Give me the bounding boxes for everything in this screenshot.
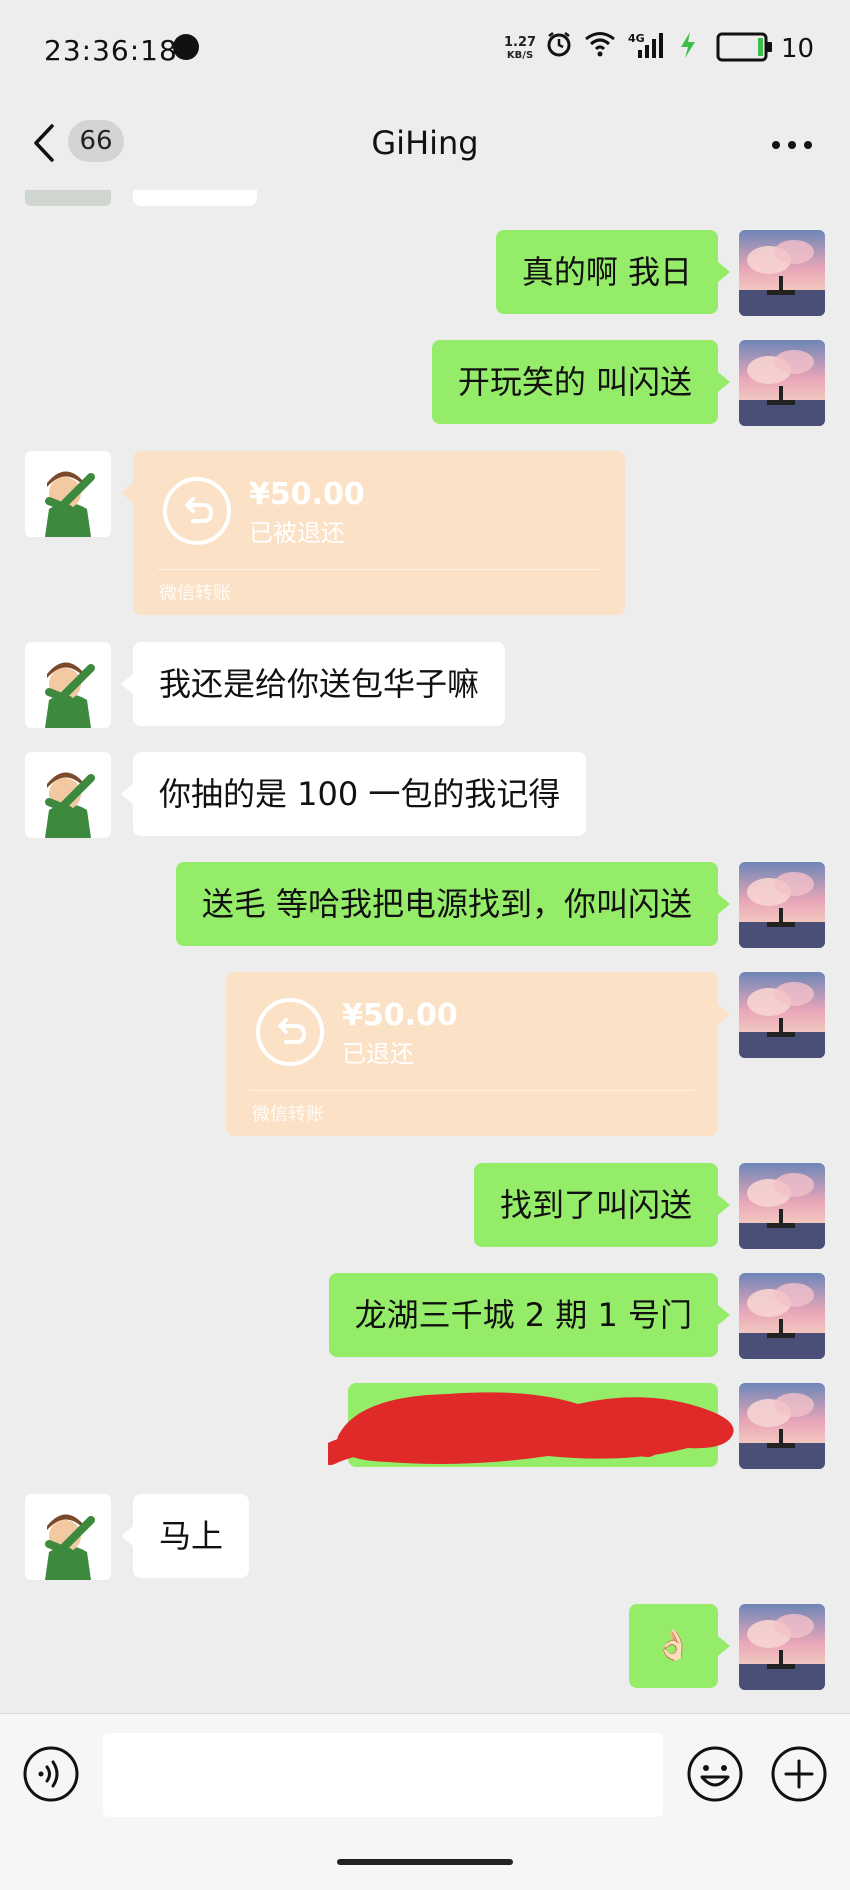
battery-level: 10	[781, 34, 815, 64]
bubble-tail	[718, 1004, 730, 1024]
refund-icon	[256, 998, 324, 1066]
message-bubble-incoming[interactable]: 马上	[133, 1494, 250, 1578]
home-indicator[interactable]	[337, 1859, 513, 1865]
transfer-amount: ¥50.00	[249, 477, 365, 512]
transfer-footer: 微信转账	[159, 583, 231, 604]
network-speed: 1.27 KB/S	[504, 36, 536, 62]
bubble-tail	[121, 674, 133, 694]
alarm-icon	[547, 32, 571, 57]
status-bar: 23:36:18 1.27 KB/S 4G 10	[0, 0, 850, 100]
chat-title: GiHing	[371, 124, 479, 162]
contact-avatar[interactable]	[25, 752, 111, 838]
wifi-icon	[585, 32, 615, 57]
bubble-tail	[718, 894, 730, 914]
transfer-card-outgoing[interactable]: ¥50.00 已退还 微信转账	[226, 972, 718, 1136]
transfer-card-incoming[interactable]: ¥50.00 已被退还 微信转账	[133, 451, 625, 615]
plus-icon[interactable]	[770, 1745, 828, 1803]
network-speed-unit: KB/S	[506, 50, 534, 61]
message-bubble-outgoing[interactable]: 真的啊 我日	[495, 230, 718, 314]
message-bubble-incoming[interactable]: 我还是给你送包华子嘛	[133, 642, 506, 726]
status-time: 23:36:18	[44, 34, 178, 67]
bubble-tail	[718, 372, 730, 392]
my-avatar[interactable]	[739, 1604, 825, 1690]
bubble-tail	[718, 1305, 730, 1325]
my-avatar[interactable]	[739, 1273, 825, 1359]
message-bubble-outgoing[interactable]: 开玩笑的 叫闪送	[431, 340, 718, 424]
my-avatar[interactable]	[739, 230, 825, 316]
transfer-amount: ¥50.00	[342, 998, 458, 1033]
message-bubble-incoming[interactable]: 你抽的是 100 一包的我记得	[133, 752, 587, 836]
redaction-scribble	[328, 1392, 734, 1465]
bubble-tail	[718, 1636, 730, 1656]
bubble-tail	[121, 784, 133, 804]
transfer-footer: 微信转账	[252, 1104, 324, 1125]
transfer-divider	[250, 1090, 694, 1091]
notification-dot-icon	[173, 34, 199, 60]
clipped-incoming-avatar	[25, 190, 111, 206]
my-avatar[interactable]	[739, 972, 825, 1058]
refund-icon	[163, 477, 231, 545]
clipped-incoming-bubble	[133, 190, 257, 206]
bubble-tail	[121, 483, 133, 503]
bubble-tail	[718, 262, 730, 282]
battery-icon	[716, 32, 772, 62]
contact-avatar[interactable]	[25, 451, 111, 537]
more-dots-icon[interactable]	[770, 140, 814, 150]
my-avatar[interactable]	[739, 1163, 825, 1249]
voice-icon[interactable]	[22, 1745, 80, 1803]
my-avatar[interactable]	[739, 340, 825, 426]
contact-avatar[interactable]	[25, 1494, 111, 1580]
signal-icon	[638, 33, 663, 58]
transfer-status: 已被退还	[249, 519, 345, 547]
message-bubble-outgoing[interactable]: 龙湖三千城 2 期 1 号门	[328, 1273, 718, 1357]
emoji-icon[interactable]	[686, 1745, 744, 1803]
message-input[interactable]	[103, 1733, 663, 1817]
transfer-divider	[157, 569, 601, 570]
message-bubble-outgoing[interactable]: 找到了叫闪送	[473, 1163, 718, 1247]
contact-avatar[interactable]	[25, 642, 111, 728]
transfer-status: 已退还	[342, 1040, 414, 1068]
message-bubble-outgoing[interactable]: 送毛 等哈我把电源找到，你叫闪送	[175, 862, 718, 946]
charging-icon	[681, 32, 695, 58]
bubble-tail	[121, 1526, 133, 1546]
message-bubble-emoji[interactable]: 👌🏻	[628, 1604, 718, 1688]
my-avatar[interactable]	[739, 1383, 825, 1469]
my-avatar[interactable]	[739, 862, 825, 948]
network-speed-value: 1.27	[504, 35, 537, 50]
bubble-tail	[718, 1195, 730, 1215]
